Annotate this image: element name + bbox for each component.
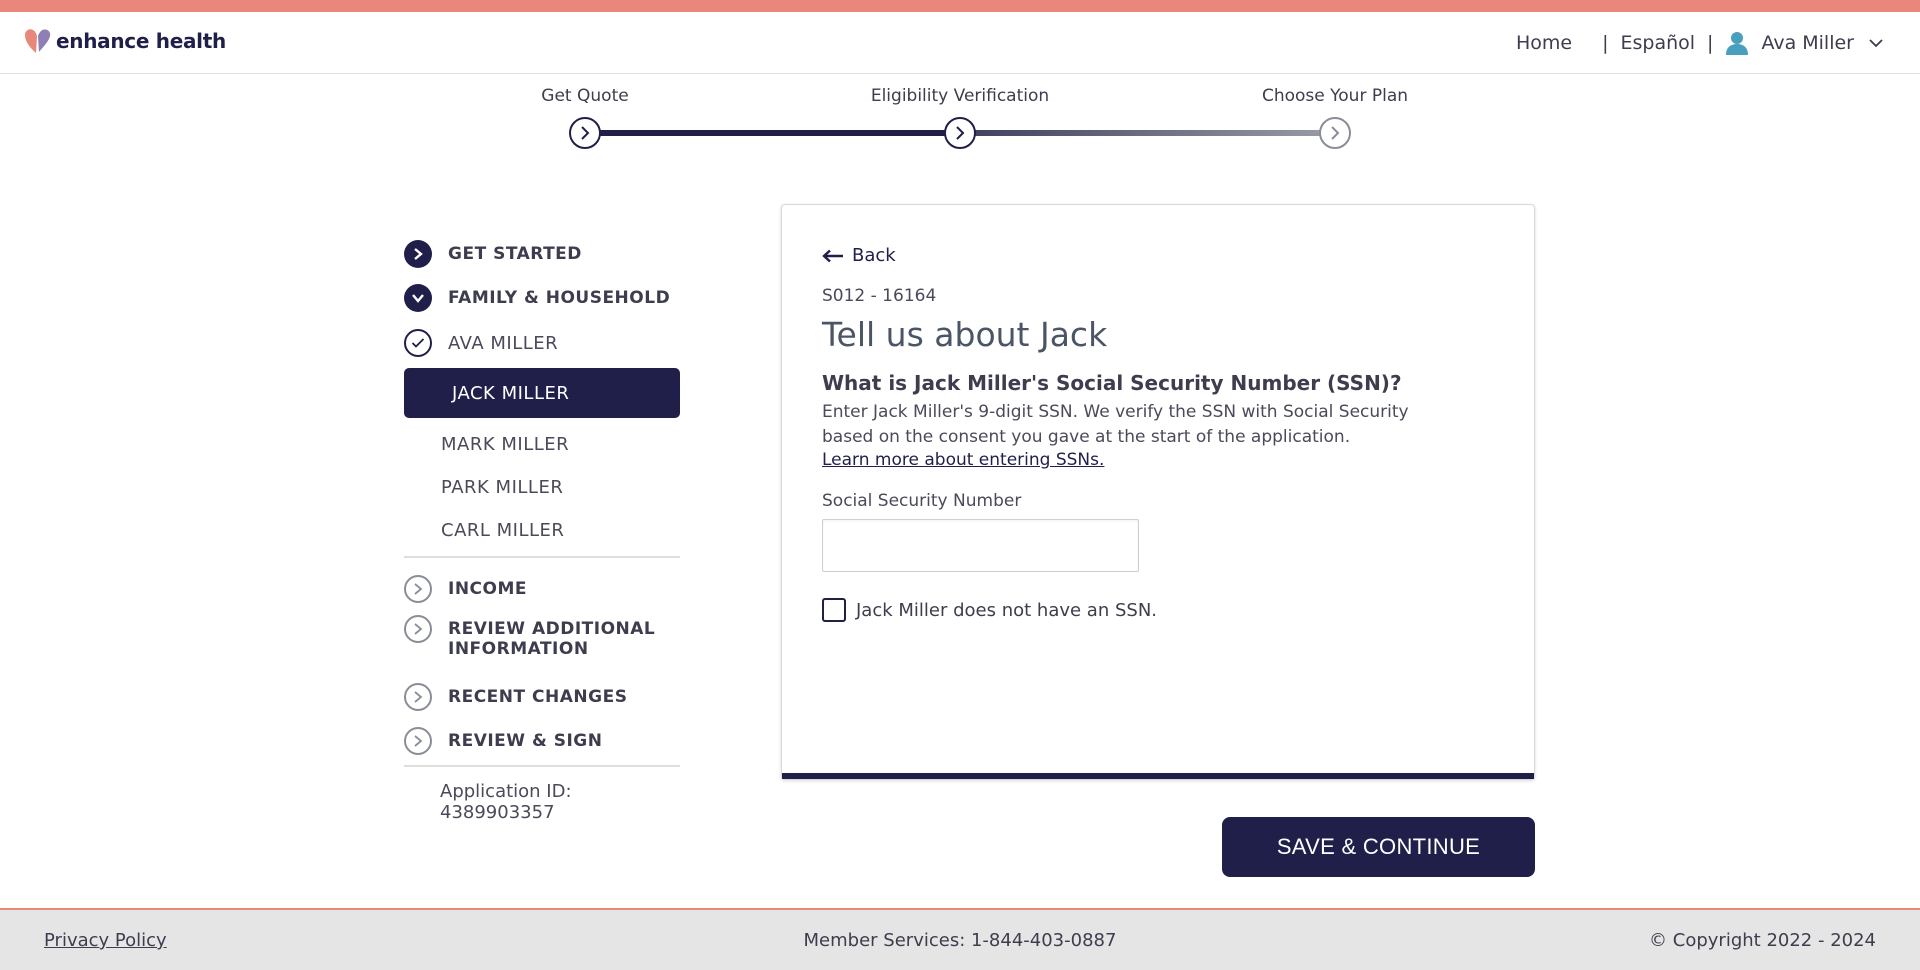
top-nav: Home | Español | Ava Miller (1516, 31, 1884, 55)
site-header: enhance health Home | Español | Ava Mill… (0, 12, 1920, 74)
ssn-field-label: Social Security Number (822, 491, 1022, 511)
step-label-get-quote: Get Quote (541, 86, 629, 106)
sidebar-item-label: INCOME (448, 579, 528, 599)
sidebar-item-review-sign[interactable]: REVIEW & SIGN (404, 719, 680, 763)
brand-name: enhance health (56, 29, 226, 53)
check-circle-icon (404, 329, 432, 357)
question-code: S012 - 16164 (822, 286, 937, 306)
user-menu[interactable]: Ava Miller (1725, 31, 1884, 55)
application-sidebar: GET STARTED FAMILY & HOUSEHOLD AVA MILLE… (404, 232, 680, 823)
sidebar-item-review-additional[interactable]: REVIEW ADDITIONAL INFORMATION (404, 611, 680, 675)
sidebar-member-jack-miller[interactable]: JACK MILLER (404, 368, 680, 418)
chevron-right-icon (404, 240, 432, 268)
ssn-question: What is Jack Miller's Social Security Nu… (822, 371, 1402, 395)
sidebar-item-family-household[interactable]: FAMILY & HOUSEHOLD (404, 276, 680, 320)
site-footer: Privacy Policy Member Services: 1-844-40… (0, 908, 1920, 970)
ssn-input[interactable] (822, 519, 1139, 572)
sidebar-member-carl-miller[interactable]: CARL MILLER (404, 509, 680, 552)
chevron-down-icon (404, 284, 432, 312)
no-ssn-checkbox[interactable] (822, 598, 846, 622)
chevron-right-icon (956, 126, 965, 140)
chevron-right-icon (404, 575, 432, 603)
step-choose-plan[interactable] (1319, 117, 1351, 149)
chevron-down-icon (1869, 39, 1883, 48)
sidebar-item-label-line2: INFORMATION (448, 639, 589, 659)
step-get-quote[interactable] (569, 117, 601, 149)
sidebar-member-label: MARK MILLER (441, 434, 570, 455)
step-eligibility[interactable] (944, 117, 976, 149)
sidebar-item-label: RECENT CHANGES (448, 687, 628, 707)
ssn-description-line1: Enter Jack Miller's 9-digit SSN. We veri… (822, 402, 1409, 422)
ssn-form-card: Back S012 - 16164 Tell us about Jack Wha… (781, 204, 1535, 780)
chevron-right-icon (404, 727, 432, 755)
heart-logo-icon (25, 29, 51, 53)
no-ssn-label: Jack Miller does not have an SSN. (856, 599, 1158, 621)
progress-tracker: Get Quote Eligibility Verification Choos… (0, 74, 1920, 164)
sidebar-item-label: FAMILY & HOUSEHOLD (448, 288, 671, 308)
back-link[interactable]: Back (822, 245, 896, 266)
member-services: Member Services: 1-844-403-0887 (803, 930, 1117, 951)
nav-language-link[interactable]: Español (1620, 32, 1695, 54)
chevron-right-icon (404, 683, 432, 711)
sidebar-item-label: REVIEW & SIGN (448, 731, 603, 751)
top-accent-bar (0, 0, 1920, 12)
copyright: © Copyright 2022 - 2024 (1649, 930, 1876, 951)
learn-more-link[interactable]: Learn more about entering SSNs. (822, 450, 1104, 470)
sidebar-member-label: JACK MILLER (452, 382, 570, 404)
application-id: Application ID: 4389903357 (440, 781, 572, 823)
card-bottom-accent (782, 773, 1534, 779)
nav-separator: | (1602, 32, 1609, 54)
sidebar-item-label: REVIEW ADDITIONAL INFORMATION (448, 619, 655, 659)
chevron-right-icon (581, 126, 590, 140)
ssn-description-line2: based on the consent you gave at the sta… (822, 427, 1351, 447)
chevron-right-icon (404, 615, 432, 643)
sidebar-member-park-miller[interactable]: PARK MILLER (404, 466, 680, 509)
arrow-left-icon (822, 249, 843, 262)
sidebar-divider (404, 765, 680, 767)
brand-logo[interactable]: enhance health (24, 28, 226, 54)
sidebar-member-label: PARK MILLER (441, 477, 564, 498)
sidebar-divider (404, 556, 680, 558)
step-label-eligibility: Eligibility Verification (870, 86, 1050, 106)
back-label: Back (852, 245, 896, 266)
nav-home-link[interactable]: Home (1516, 32, 1572, 54)
save-continue-button[interactable]: SAVE & CONTINUE (1222, 817, 1535, 877)
chevron-right-icon (1331, 126, 1340, 140)
sidebar-item-label-line1: REVIEW ADDITIONAL (448, 619, 656, 639)
no-ssn-option[interactable]: Jack Miller does not have an SSN. (822, 598, 1157, 622)
progress-track-complete (585, 130, 960, 136)
sidebar-member-ava-miller[interactable]: AVA MILLER (404, 320, 680, 366)
progress-track-upcoming (960, 130, 1335, 136)
ssn-description: Enter Jack Miller's 9-digit SSN. We veri… (822, 400, 1482, 450)
sidebar-item-label: GET STARTED (448, 244, 582, 264)
sidebar-item-recent-changes[interactable]: RECENT CHANGES (404, 675, 680, 719)
sidebar-item-income[interactable]: INCOME (404, 567, 680, 611)
step-label-choose-plan: Choose Your Plan (1261, 86, 1409, 106)
user-name: Ava Miller (1761, 32, 1854, 54)
sidebar-member-mark-miller[interactable]: MARK MILLER (404, 423, 680, 466)
sidebar-member-label: CARL MILLER (441, 520, 565, 541)
page-title: Tell us about Jack (822, 315, 1108, 354)
nav-separator: | (1707, 32, 1714, 54)
sidebar-item-get-started[interactable]: GET STARTED (404, 232, 680, 276)
user-icon (1726, 32, 1749, 55)
sidebar-member-label: AVA MILLER (448, 332, 559, 354)
